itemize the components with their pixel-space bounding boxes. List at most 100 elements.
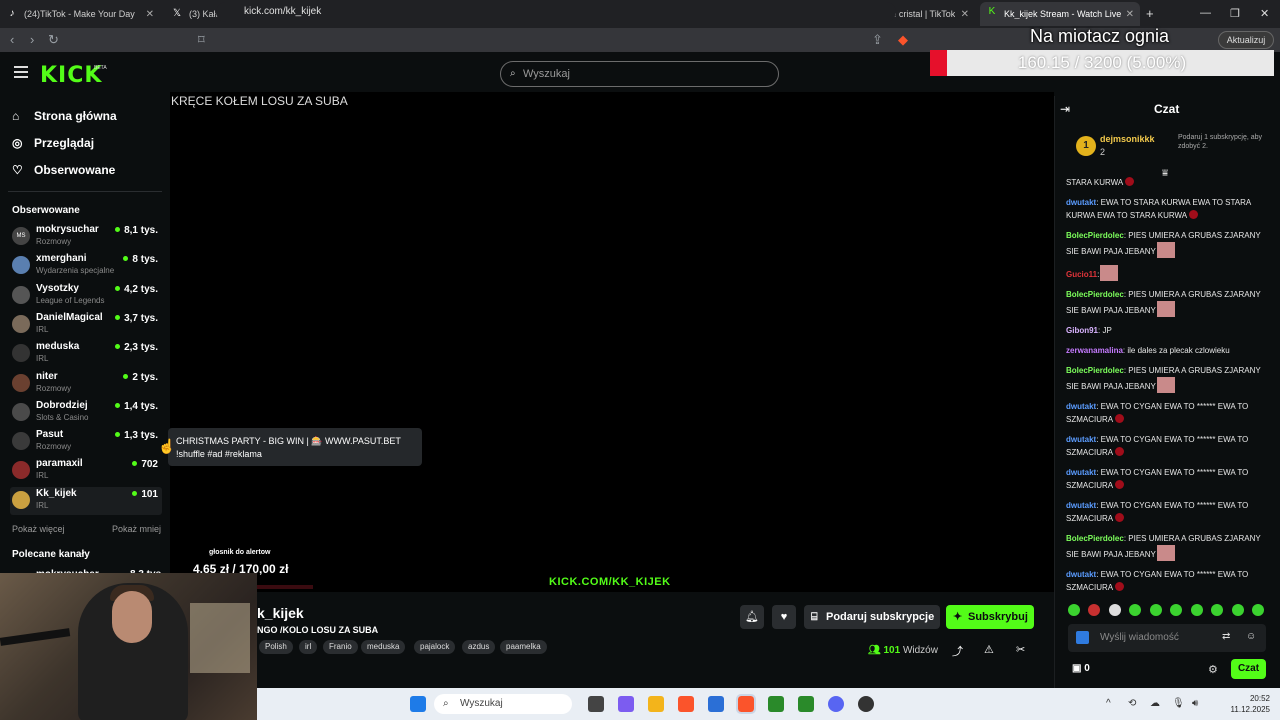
followed-channel[interactable]: Dobrodziej Slots & Casino 1,4 tys.: [10, 399, 162, 427]
tab-close-icon[interactable]: ✕: [1126, 9, 1134, 20]
stream-tag[interactable]: paamelka: [500, 640, 547, 654]
emote-icon[interactable]: [1231, 604, 1244, 616]
emote-icon[interactable]: [1149, 604, 1162, 616]
emote-icon[interactable]: [1108, 604, 1121, 616]
chat-username[interactable]: dwutakt: [1066, 402, 1096, 411]
nav-browse[interactable]: ◎ Przeglądaj: [12, 136, 94, 150]
app-icon[interactable]: [798, 696, 814, 712]
subscribe-button[interactable]: ✦ Subskrybuj: [946, 605, 1034, 629]
report-icon[interactable]: ⚠: [984, 643, 994, 656]
chat-message-input[interactable]: Wyślij wiadomość: [1068, 624, 1266, 652]
chat-username[interactable]: zerwanamalina: [1066, 346, 1123, 355]
gear-icon[interactable]: ⚙: [1208, 663, 1218, 676]
nav-home[interactable]: ⌂ Strona główna: [12, 109, 117, 123]
brave-icon[interactable]: [678, 696, 694, 712]
window-close-icon[interactable]: ✕: [1260, 7, 1269, 20]
nvidia-icon[interactable]: [768, 696, 784, 712]
chat-username[interactable]: BolecPierdolec: [1066, 534, 1124, 543]
notify-button[interactable]: 🔔︎: [740, 605, 764, 629]
stream-tag[interactable]: azdus: [462, 640, 496, 654]
emote-icon[interactable]: [1088, 604, 1101, 616]
translate-icon[interactable]: ⇄: [1222, 631, 1230, 642]
brave-active-icon[interactable]: [736, 694, 756, 714]
search-input[interactable]: ⌕ Wyszukaj: [500, 61, 779, 87]
update-button[interactable]: Aktualizuj: [1218, 31, 1274, 49]
chat-username[interactable]: Gibon91: [1066, 326, 1098, 335]
emote-icon[interactable]: [1170, 604, 1183, 616]
gift-subscription-button[interactable]: ⌸ Podaruj subskrypcje: [804, 605, 940, 629]
chat-username[interactable]: dwutakt: [1066, 198, 1096, 207]
address-bar[interactable]: kick.com/kk_kijek: [216, 2, 896, 22]
followed-channel[interactable]: xmerghani Wydarzenia specjalne 8 tys.: [10, 252, 162, 280]
task-view-icon[interactable]: [588, 696, 604, 712]
chat-username[interactable]: BolecPierdolec: [1066, 366, 1124, 375]
new-tab-button[interactable]: +: [1146, 6, 1154, 21]
emote-icon[interactable]: [1211, 604, 1224, 616]
stream-tag[interactable]: irl: [299, 640, 318, 654]
followed-channel[interactable]: MS mokrysuchar Rozmowy 8,1 tys.: [10, 223, 162, 251]
show-more-link[interactable]: Pokaż więcej: [12, 524, 65, 534]
copilot-icon[interactable]: [618, 696, 634, 712]
leader-name[interactable]: dejmsonikkk: [1100, 134, 1155, 144]
collapse-chat-icon[interactable]: ⇥: [1060, 102, 1070, 116]
emote-icon[interactable]: [1251, 604, 1264, 616]
volume-icon[interactable]: 🔊︎: [1192, 698, 1198, 709]
back-icon[interactable]: ‹: [10, 32, 14, 47]
emoji-icon[interactable]: ☺: [1246, 631, 1256, 642]
emote-quickbar[interactable]: [1068, 604, 1264, 618]
stream-tag[interactable]: meduska: [361, 640, 406, 654]
show-less-link[interactable]: Pokaż mniej: [112, 524, 161, 534]
obs-icon[interactable]: [858, 696, 874, 712]
tray-app-icon[interactable]: ⟲: [1128, 698, 1136, 709]
emote-icon[interactable]: [1190, 604, 1203, 616]
brave-shield-icon[interactable]: ◆: [898, 32, 908, 48]
tray-chevron-icon[interactable]: ^: [1106, 698, 1111, 709]
video-player[interactable]: [170, 92, 1054, 592]
chat-username[interactable]: dwutakt: [1066, 435, 1096, 444]
followed-channel[interactable]: Kk_kijek IRL 101: [10, 486, 162, 515]
stream-tag[interactable]: Polish: [259, 640, 293, 654]
stream-tag[interactable]: Franio: [323, 640, 358, 654]
tab-close-icon[interactable]: ✕: [146, 9, 154, 20]
clip-icon[interactable]: ✂: [1016, 643, 1025, 656]
followed-channel[interactable]: niter Rozmowy 2 tys.: [10, 370, 162, 398]
browser-tab[interactable]: ♪ (24)TikTok - Make Your Day ✕: [0, 4, 160, 24]
bookmark-icon[interactable]: ⌑: [198, 32, 205, 48]
followed-channel[interactable]: Vysotzky League of Legends 4,2 tys.: [10, 282, 162, 310]
chat-username[interactable]: Gucio11: [1066, 270, 1097, 279]
chat-username[interactable]: dwutakt: [1066, 570, 1096, 579]
follow-button[interactable]: ♥: [772, 605, 796, 629]
microphone-icon[interactable]: 🎙︎: [1172, 698, 1185, 709]
streamer-name[interactable]: k_kijek: [257, 605, 304, 621]
share-icon[interactable]: ⇪: [872, 32, 883, 48]
chat-username[interactable]: BolecPierdolec: [1066, 231, 1124, 240]
reload-icon[interactable]: ↻: [48, 32, 59, 48]
file-explorer-icon[interactable]: [648, 696, 664, 712]
chat-username[interactable]: dwutakt: [1066, 468, 1096, 477]
stream-tag[interactable]: pajalock: [414, 640, 456, 654]
discord-icon[interactable]: [828, 696, 844, 712]
taskbar-search[interactable]: ⌕ Wyszukaj: [434, 694, 572, 714]
chat-username[interactable]: BolecPierdolec: [1066, 290, 1124, 299]
nav-following[interactable]: ♡ Obserwowane: [12, 163, 115, 177]
store-icon[interactable]: [708, 696, 724, 712]
followed-channel[interactable]: paramaxil IRL 702: [10, 457, 162, 485]
browser-tab[interactable]: K Kk_kijek Stream - Watch Live on ✕: [980, 2, 1140, 26]
chat-username[interactable]: dwutakt: [1066, 501, 1096, 510]
emote-icon[interactable]: [1068, 604, 1080, 616]
minimize-icon[interactable]: —: [1200, 7, 1211, 19]
chat-input-app-icon[interactable]: [1076, 631, 1089, 644]
tab-close-icon[interactable]: ✕: [961, 9, 969, 20]
forward-icon[interactable]: ›: [30, 32, 34, 47]
send-chat-button[interactable]: Czat: [1231, 659, 1266, 679]
followed-channel[interactable]: meduska IRL 2,3 tys.: [10, 340, 162, 368]
taskbar-clock[interactable]: 20:52 11.12.2025: [1218, 693, 1270, 715]
start-icon[interactable]: [410, 696, 426, 712]
tray-app-icon[interactable]: ☁: [1150, 698, 1160, 709]
emote-icon[interactable]: [1129, 604, 1142, 616]
menu-icon[interactable]: [14, 66, 28, 78]
restore-icon[interactable]: ❐: [1230, 7, 1240, 20]
followed-channel[interactable]: Pasut Rozmowy 1,3 tys.: [10, 428, 162, 456]
share-stream-icon[interactable]: ⤴: [952, 643, 963, 659]
followed-channel[interactable]: DanielMagical IRL 3,7 tys.: [10, 311, 162, 339]
